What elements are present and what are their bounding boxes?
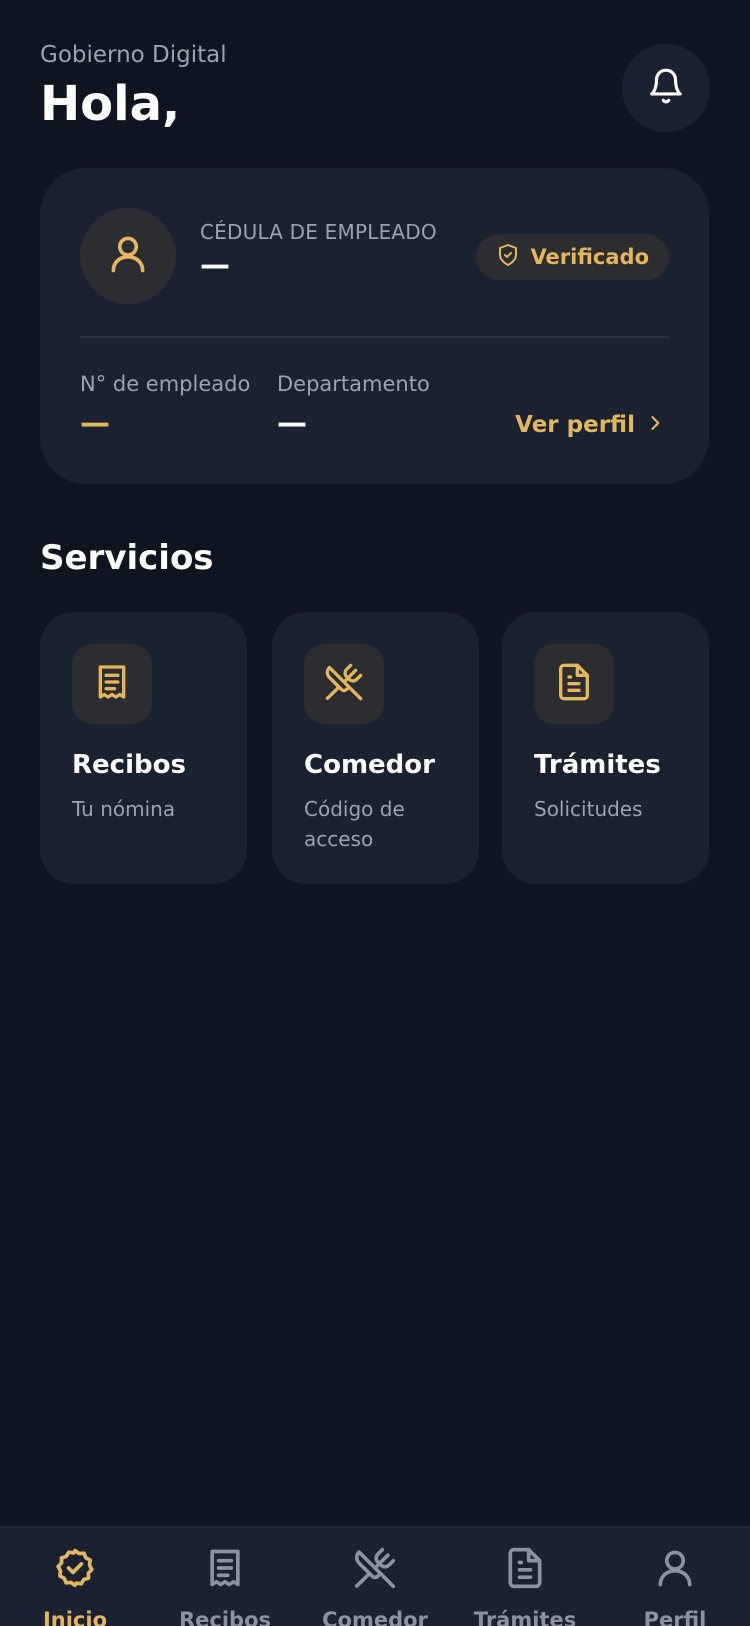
service-card-tramites[interactable]: Trámites Solicitudes bbox=[502, 612, 709, 884]
utensils-icon bbox=[353, 1546, 397, 1594]
app-subtitle: Gobierno Digital bbox=[40, 42, 227, 68]
greeting-title: Hola, bbox=[40, 76, 181, 132]
utensils-icon bbox=[324, 662, 364, 706]
tab-tramites[interactable]: Trámites bbox=[450, 1546, 600, 1626]
tab-label: Perfil bbox=[643, 1608, 707, 1626]
bottom-tab-bar: Inicio Recibos Comedor Trámites Perfil bbox=[0, 1526, 750, 1626]
receipt-icon bbox=[203, 1546, 247, 1594]
chevron-right-icon bbox=[645, 413, 665, 437]
verified-badge: Verificado bbox=[476, 234, 669, 280]
tab-recibos[interactable]: Recibos bbox=[150, 1546, 300, 1626]
service-subtitle: Tu nómina bbox=[72, 797, 176, 821]
tab-label: Comedor bbox=[322, 1608, 428, 1626]
department-value: — bbox=[277, 406, 307, 441]
service-card-recibos[interactable]: Recibos Tu nómina bbox=[40, 612, 247, 884]
document-icon bbox=[554, 662, 594, 706]
document-icon bbox=[503, 1546, 547, 1594]
avatar bbox=[80, 208, 176, 304]
department-label: Departamento bbox=[277, 372, 430, 396]
service-title: Trámites bbox=[534, 750, 661, 780]
employee-number-value: — bbox=[80, 406, 110, 441]
cedula-value: — bbox=[200, 248, 230, 283]
cedula-label: CÉDULA DE EMPLEADO bbox=[200, 220, 437, 244]
service-icon-tile bbox=[534, 644, 614, 724]
tab-comedor[interactable]: Comedor bbox=[300, 1546, 450, 1626]
service-icon-tile bbox=[72, 644, 152, 724]
user-icon bbox=[106, 232, 150, 280]
service-title: Comedor bbox=[304, 750, 435, 780]
shield-check-icon bbox=[496, 243, 520, 271]
tab-label: Inicio bbox=[42, 1608, 108, 1626]
bell-icon bbox=[647, 67, 685, 109]
service-subtitle: Solicitudes bbox=[534, 797, 643, 821]
employee-number-label: N° de empleado bbox=[80, 372, 251, 396]
services-title: Servicios bbox=[40, 538, 214, 578]
tab-inicio[interactable]: Inicio bbox=[0, 1546, 150, 1626]
service-icon-tile bbox=[304, 644, 384, 724]
service-card-comedor[interactable]: Comedor Código de acceso bbox=[272, 612, 479, 884]
tab-label: Recibos bbox=[178, 1608, 272, 1626]
notifications-button[interactable] bbox=[622, 44, 710, 132]
header: Gobierno Digital Hola, bbox=[40, 40, 710, 140]
service-subtitle: Código de acceso bbox=[304, 797, 405, 851]
user-icon bbox=[653, 1546, 697, 1594]
badge-check-icon bbox=[53, 1546, 97, 1594]
verified-badge-label: Verificado bbox=[530, 245, 649, 269]
card-divider bbox=[80, 336, 669, 338]
employee-card: CÉDULA DE EMPLEADO — Verificado N° de em… bbox=[40, 168, 709, 484]
view-profile-label: Ver perfil bbox=[515, 412, 635, 438]
tab-perfil[interactable]: Perfil bbox=[600, 1546, 750, 1626]
view-profile-link[interactable]: Ver perfil bbox=[515, 412, 665, 438]
receipt-icon bbox=[92, 662, 132, 706]
tab-label: Trámites bbox=[473, 1608, 577, 1626]
service-title: Recibos bbox=[72, 750, 186, 780]
